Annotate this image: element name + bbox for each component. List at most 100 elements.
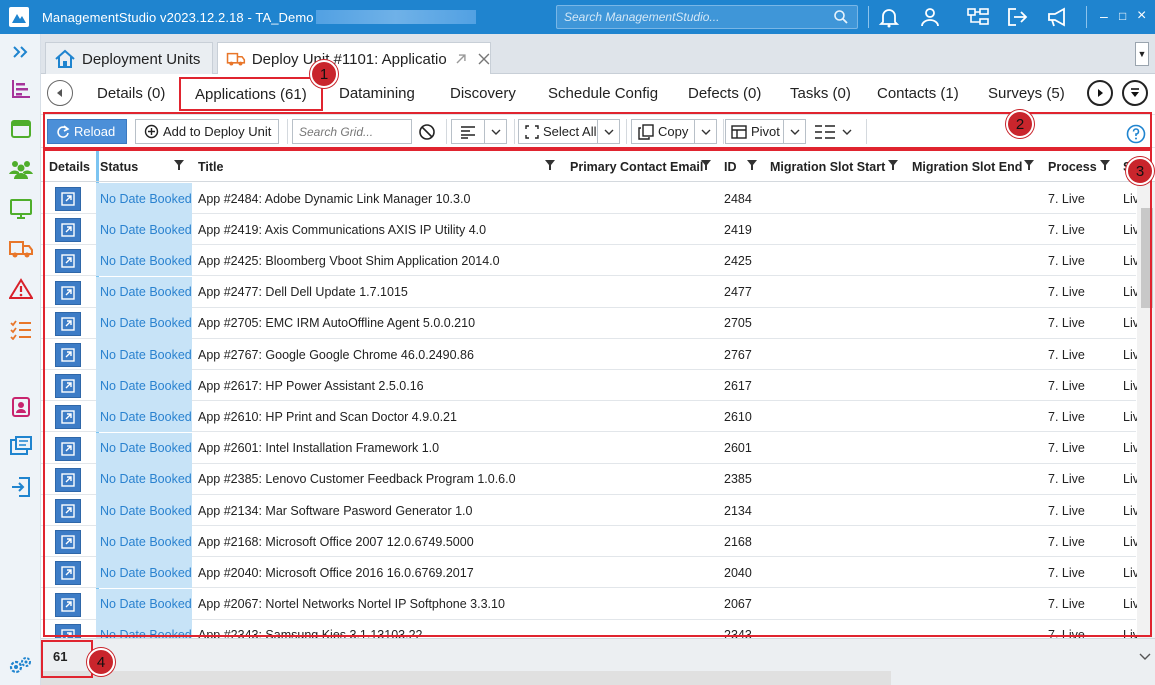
settings-gears-icon[interactable] [8,652,34,678]
title-cell[interactable]: App #2385: Lenovo Customer Feedback Prog… [198,464,516,495]
open-details-button[interactable] [55,467,81,492]
title-cell[interactable]: App #2617: HP Power Assistant 2.5.0.16 [198,370,424,401]
chevron-down-icon[interactable] [484,120,506,143]
process-cell[interactable]: 7. Live [1048,245,1085,276]
align-dropdown-button[interactable] [451,119,507,144]
process-cell[interactable]: 7. Live [1048,589,1085,620]
title-cell[interactable]: App #2484: Adobe Dynamic Link Manager 10… [198,183,470,214]
filter-icon[interactable] [888,160,898,170]
close-button[interactable]: × [1137,8,1146,24]
horizontal-scrollbar[interactable] [41,671,891,685]
table-row[interactable]: No Date Booked App #2425: Bloomberg Vboot… [41,245,1139,277]
status-cell[interactable]: No Date Booked [96,183,192,214]
status-cell[interactable]: No Date Booked [96,557,192,589]
select-all-button[interactable]: Select All [518,119,620,144]
tab-schedule-config[interactable]: Schedule Config [548,85,658,102]
title-cell[interactable]: App #2705: EMC IRM AutoOffline Agent 5.0… [198,308,475,339]
open-details-button[interactable] [55,249,81,274]
scroll-tabs-left-button[interactable] [47,80,73,106]
process-cell[interactable]: 7. Live [1048,433,1085,464]
status-cell[interactable]: No Date Booked [96,619,192,638]
chevron-down-icon[interactable] [1139,653,1151,661]
org-chart-icon[interactable] [966,5,990,29]
title-cell[interactable]: App #2067: Nortel Networks Nortel IP Sof… [198,589,505,620]
open-details-button[interactable] [55,343,81,367]
process-cell[interactable]: 7. Live [1048,214,1085,245]
column-chooser-button[interactable] [810,119,862,144]
survey-icon[interactable] [8,434,34,460]
column-header-status[interactable]: Status [100,151,138,182]
id-cell[interactable]: 2484 [724,183,752,214]
pop-out-icon[interactable] [454,52,468,66]
status-cell[interactable]: No Date Booked [96,432,192,464]
process-cell[interactable]: 7. Live [1048,401,1085,432]
column-header-process[interactable]: Process [1048,151,1097,182]
process-cell[interactable]: 7. Live [1048,526,1085,557]
add-to-deploy-unit-button[interactable]: Add to Deploy Unit [135,119,279,144]
table-row[interactable]: No Date Booked App #2767: Google Google C… [41,339,1139,370]
id-cell[interactable]: 2067 [724,589,752,620]
open-details-button[interactable] [55,405,81,430]
status-cell[interactable]: No Date Booked [96,276,192,308]
chevron-down-icon[interactable] [842,129,852,135]
monitor-icon[interactable] [8,196,34,222]
status-cell[interactable]: No Date Booked [96,588,192,620]
open-details-button[interactable] [55,280,81,305]
open-details-button[interactable] [55,374,81,399]
id-cell[interactable]: 2601 [724,433,752,464]
open-details-button[interactable] [55,592,81,617]
status-cell[interactable]: No Date Booked [96,463,192,495]
id-cell[interactable]: 2040 [724,557,752,588]
id-cell[interactable]: 2477 [724,277,752,308]
id-cell[interactable]: 2617 [724,370,752,401]
title-cell[interactable]: App #2601: Intel Installation Framework … [198,433,439,464]
chart-icon[interactable] [8,76,34,102]
process-cell[interactable]: 7. Live [1048,557,1085,588]
id-cell[interactable]: 2767 [724,339,752,370]
title-cell[interactable]: App #2767: Google Google Chrome 46.0.249… [198,339,474,370]
id-cell[interactable]: 2705 [724,308,752,339]
status-cell[interactable]: No Date Booked [96,526,192,558]
title-cell[interactable]: App #2134: Mar Software Pasword Generato… [198,495,472,526]
id-cell[interactable]: 2134 [724,495,752,526]
pivot-button[interactable]: Pivot [725,119,806,144]
process-cell[interactable]: 7. Live [1048,183,1085,214]
import-icon[interactable] [8,474,34,500]
chevron-down-icon[interactable] [597,120,619,143]
close-tab-icon[interactable] [478,53,490,65]
chevron-down-icon[interactable] [694,120,716,143]
open-details-button[interactable] [55,499,81,523]
tab-tasks[interactable]: Tasks (0) [790,85,851,102]
tab-datamining[interactable]: Datamining [339,85,415,102]
table-row[interactable]: No Date Booked App #2040: Microsoft Offic… [41,557,1139,589]
open-details-button[interactable] [55,436,81,461]
column-header-details[interactable]: Details [49,151,90,182]
column-header-migration-slot-end[interactable]: Migration Slot End [912,151,1022,182]
table-row[interactable]: No Date Booked App #2617: HP Power Assist… [41,370,1139,402]
status-cell[interactable]: No Date Booked [96,214,192,246]
table-row[interactable]: No Date Booked App #2168: Microsoft Offic… [41,526,1139,558]
filter-icon[interactable] [1024,160,1034,170]
tabs-overflow-dropdown[interactable] [1122,80,1148,106]
tab-deploy-unit-1101[interactable]: Deploy Unit #1101: Applicatio... [217,42,491,75]
process-cell[interactable]: 7. Live [1048,339,1085,370]
warning-icon[interactable] [8,276,34,302]
filter-icon[interactable] [747,160,757,170]
table-row[interactable]: No Date Booked App #2477: Dell Dell Updat… [41,276,1139,308]
task-list-icon[interactable] [8,316,34,342]
title-cell[interactable]: App #2040: Microsoft Office 2016 16.0.67… [198,557,474,588]
table-row[interactable]: No Date Booked App #2134: Mar Software Pa… [41,495,1139,526]
column-header-migration-slot-start[interactable]: Migration Slot Start [770,151,885,182]
scroll-tabs-right-button[interactable] [1087,80,1113,106]
contacts-icon[interactable] [8,394,34,420]
process-cell[interactable]: 7. Live [1048,277,1085,308]
table-row[interactable]: No Date Booked App #2601: Intel Installat… [41,432,1139,464]
column-header-title[interactable]: Title [198,151,223,182]
title-cell[interactable]: App #2168: Microsoft Office 2007 12.0.67… [198,526,474,557]
expand-chevron-icon[interactable] [8,39,34,65]
grid-search-input[interactable] [299,124,407,139]
vertical-scrollbar-thumb[interactable] [1141,208,1153,308]
open-details-button[interactable] [55,561,81,586]
table-row[interactable]: No Date Booked App #2067: Nortel Networks… [41,588,1139,620]
tab-deployment-units[interactable]: Deployment Units [45,42,213,75]
